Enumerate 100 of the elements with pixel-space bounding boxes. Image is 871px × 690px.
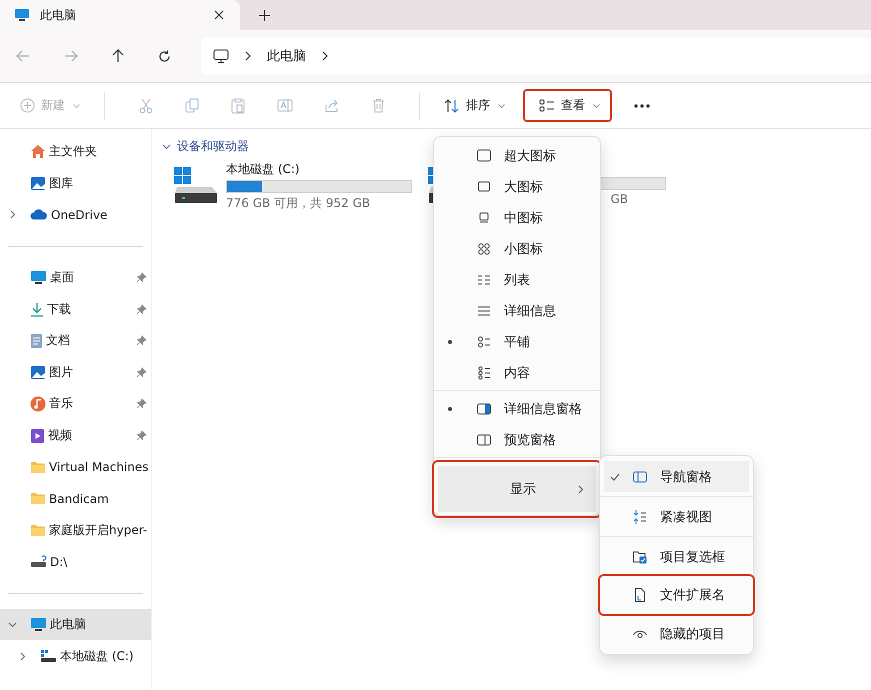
sidebar-item[interactable]: OneDrive — [0, 199, 151, 231]
menu-label: 显示 — [510, 481, 536, 498]
sidebar-item[interactable]: 主文件夹 — [0, 136, 151, 168]
sidebar-label: 此电脑 — [50, 616, 86, 634]
drive-name: 本地磁盘 (C:) — [226, 161, 301, 178]
refresh-icon[interactable] — [158, 50, 171, 62]
menu-item[interactable]: 中图标 — [438, 202, 596, 233]
rename-icon[interactable] — [277, 98, 293, 113]
menu-label: 预览窗格 — [504, 432, 556, 448]
sidebar-item[interactable]: 图片 — [0, 356, 151, 388]
sidebar-label: Virtual Machines — [49, 460, 149, 474]
menu-label: 详细信息 — [504, 302, 556, 320]
pin-icon[interactable] — [136, 430, 147, 442]
sort-button[interactable]: 排序 — [438, 93, 511, 118]
view-button[interactable]: 查看 — [523, 89, 612, 122]
plus-circle-icon — [20, 98, 35, 113]
menu-item[interactable]: 小图标 — [438, 233, 596, 264]
more-options-icon[interactable] — [634, 104, 650, 108]
sidebar-label: D:\ — [50, 554, 68, 569]
menu-item[interactable]: 隐藏的项目 — [598, 616, 755, 651]
trash-icon[interactable] — [372, 98, 385, 113]
sidebar-item[interactable]: 此电脑 — [0, 608, 151, 640]
menu-label: 超大图标 — [504, 148, 556, 164]
drive-icon — [40, 649, 57, 664]
menu-item[interactable]: 项目复选框 — [598, 539, 755, 574]
chevron-down-icon[interactable] — [8, 620, 17, 630]
sidebar-item[interactable]: 音乐 — [0, 388, 151, 420]
pin-icon[interactable] — [136, 335, 147, 346]
sidebar-item[interactable]: 文档 — [0, 324, 151, 357]
view-icon — [476, 334, 492, 350]
video-icon — [30, 428, 45, 444]
download-icon — [30, 302, 44, 317]
sidebar-label: 音乐 — [49, 395, 73, 412]
menu-label: 内容 — [504, 364, 530, 382]
chevron-right-icon — [578, 484, 584, 494]
sidebar-item[interactable]: 桌面 — [0, 262, 151, 294]
menu-item[interactable]: 大图标 — [438, 171, 596, 202]
back-arrow-icon[interactable] — [16, 50, 30, 62]
share-icon[interactable] — [325, 98, 340, 112]
house-icon — [30, 144, 46, 160]
up-arrow-icon[interactable] — [112, 49, 124, 63]
drive-icon — [30, 555, 47, 568]
menu-item[interactable]: 平铺 — [438, 326, 596, 357]
menu-item[interactable]: 详细信息窗格 — [438, 393, 596, 424]
sidebar-label: 视频 — [48, 427, 72, 444]
option-icon — [632, 508, 648, 524]
monitor-icon — [14, 8, 30, 22]
sidebar-label: 图库 — [49, 174, 73, 192]
menu-label: 中图标 — [504, 210, 543, 226]
chevron-right-icon[interactable] — [8, 210, 17, 220]
window-tab[interactable]: 此电脑 — [0, 0, 240, 30]
option-icon — [632, 468, 648, 484]
menu-item[interactable]: 超大图标 — [438, 140, 596, 171]
copy-icon[interactable] — [185, 98, 199, 113]
forward-arrow-icon[interactable] — [64, 50, 78, 62]
sidebar-item[interactable]: 图库 — [0, 168, 151, 200]
monitor-icon — [30, 270, 47, 286]
menu-item[interactable]: 内容 — [438, 357, 596, 388]
sidebar-label: 下载 — [47, 300, 71, 318]
chevron-right-icon — [245, 51, 251, 61]
drive-capacity: GB — [609, 192, 629, 206]
menu-item[interactable]: 文件扩展名 — [598, 574, 755, 616]
menu-item[interactable]: 预览窗格 — [438, 424, 596, 455]
breadcrumb[interactable]: 此电脑 — [267, 47, 306, 65]
menu-label: 小图标 — [504, 240, 543, 258]
pin-icon[interactable] — [136, 398, 147, 410]
plus-icon[interactable] — [259, 10, 270, 21]
view-icon — [476, 432, 492, 448]
sidebar-item[interactable]: 本地磁盘 (C:) — [0, 640, 151, 672]
sort-arrows-icon — [444, 98, 460, 112]
menu-item[interactable]: 显示 — [432, 460, 602, 518]
chevron-right-icon[interactable] — [18, 652, 27, 661]
sidebar-label: 主文件夹 — [49, 143, 97, 160]
close-icon[interactable] — [214, 10, 224, 20]
view-icon — [476, 400, 492, 416]
caret-icon — [73, 104, 80, 108]
option-icon — [632, 548, 648, 564]
clipboard-icon[interactable] — [231, 98, 245, 114]
view-icon — [476, 148, 492, 164]
pin-icon[interactable] — [136, 366, 147, 378]
pin-icon[interactable] — [136, 304, 147, 315]
option-icon — [632, 587, 648, 603]
address-bar[interactable]: 此电脑 — [201, 38, 871, 74]
folder-icon — [30, 460, 46, 474]
pin-icon[interactable] — [136, 272, 147, 284]
scissors-icon[interactable] — [139, 98, 153, 114]
sidebar-item[interactable]: Bandicam — [0, 482, 151, 515]
menu-item[interactable]: 列表 — [438, 264, 596, 295]
tab-title: 此电脑 — [40, 6, 77, 24]
sidebar-item[interactable]: D:\ — [0, 546, 151, 578]
sidebar-item[interactable]: 视频 — [0, 420, 151, 452]
menu-item[interactable]: 详细信息 — [438, 295, 596, 326]
sidebar-label: 文档 — [46, 332, 70, 350]
folder-icon — [30, 524, 46, 537]
picture-icon — [30, 176, 46, 191]
sidebar-item[interactable]: 下载 — [0, 293, 151, 325]
sidebar-item[interactable]: 家庭版开启hyper- — [0, 514, 151, 546]
menu-label: 列表 — [504, 272, 530, 288]
sidebar-item[interactable]: Virtual Machines — [0, 451, 151, 483]
menu-item[interactable]: 紧凑视图 — [598, 499, 755, 534]
